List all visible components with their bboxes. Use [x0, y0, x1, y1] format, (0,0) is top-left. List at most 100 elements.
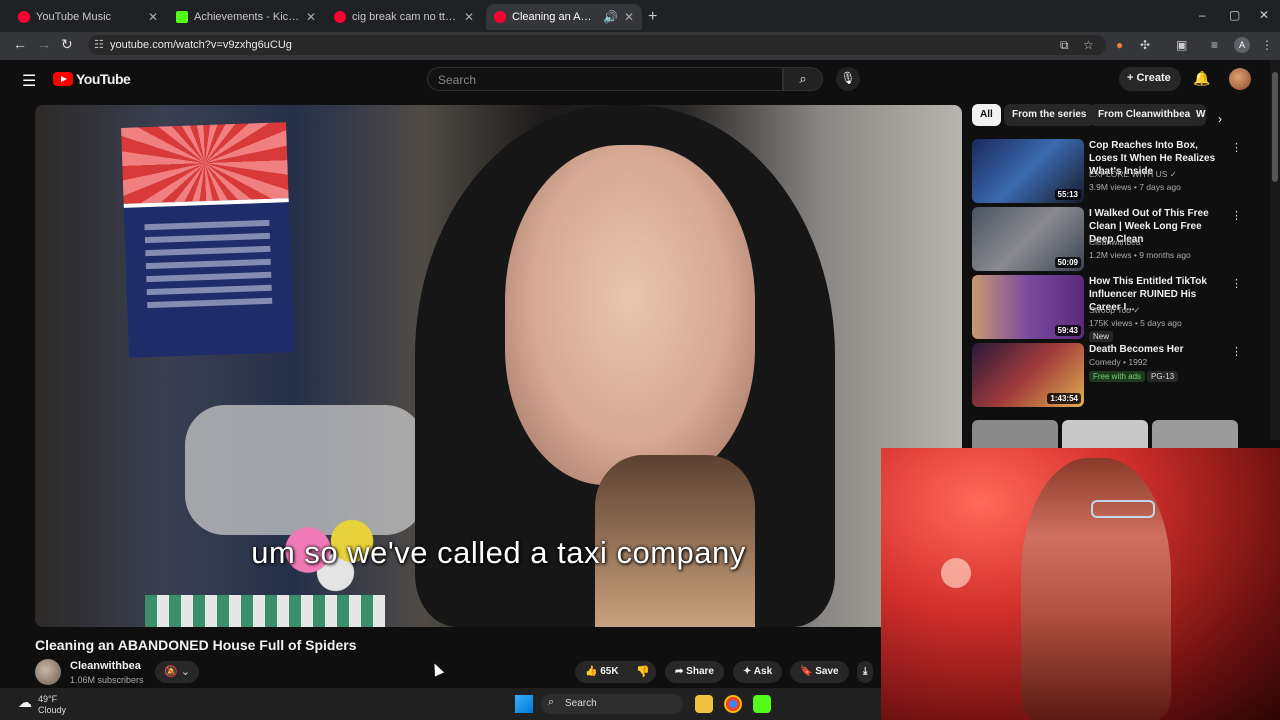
- tab-kick-dashboard[interactable]: Achievements - Kick Dashboard ✕: [168, 4, 324, 30]
- share-button[interactable]: ➦ Share: [665, 661, 724, 683]
- youtube-wordmark: YouTube: [76, 71, 131, 87]
- video-player[interactable]: um so we've called a taxi company: [35, 105, 962, 627]
- youtube-logo[interactable]: YouTube: [53, 71, 131, 87]
- youtube-music-favicon-icon: [18, 11, 30, 23]
- chrome-menu-icon[interactable]: ⋮: [1261, 38, 1273, 52]
- more-options-icon[interactable]: ⋮: [1231, 209, 1242, 222]
- new-badge: New: [1089, 331, 1114, 342]
- download-button[interactable]: ⤓: [857, 661, 874, 683]
- recommendation-meta: 175K views • 5 days ago: [1089, 318, 1182, 328]
- chevron-right-icon[interactable]: ›: [1218, 112, 1222, 126]
- recommendation-item[interactable]: 59:43 How This Entitled TikTok Influence…: [972, 275, 1242, 342]
- dislike-button[interactable]: 👎: [630, 661, 656, 683]
- chip-all[interactable]: All: [972, 104, 1001, 126]
- recommendation-channel[interactable]: Swoop Too ✓: [1089, 305, 1140, 316]
- recommendation-item[interactable]: 1:43:54 Death Becomes Her Comedy • 1992 …: [972, 343, 1242, 407]
- tab-cig-break-cam[interactable]: cig break cam no tts getting Ja ✕: [326, 4, 482, 30]
- kick-favicon-icon: [176, 11, 188, 23]
- chip-partial[interactable]: W: [1192, 104, 1206, 126]
- taskbar-search-label: Search: [565, 698, 597, 709]
- side-panel-icon[interactable]: ▣: [1176, 38, 1187, 52]
- ask-label: Ask: [753, 666, 773, 677]
- movie-thumbnail[interactable]: 1:43:54: [972, 343, 1084, 407]
- tab-cleaning-abandoned[interactable]: Cleaning an ABANDONED H 🔊 ✕: [486, 4, 642, 30]
- search-icon: ⌕: [799, 71, 807, 86]
- scrollbar-thumb[interactable]: [1272, 72, 1278, 182]
- tab-close-icon[interactable]: ✕: [148, 10, 158, 24]
- short-thumbnail[interactable]: [1062, 420, 1148, 450]
- chip-from-cleanwithbea[interactable]: From Cleanwithbea: [1090, 104, 1199, 126]
- weather-condition[interactable]: Cloudy: [38, 705, 66, 715]
- tab-close-icon[interactable]: ✕: [464, 10, 474, 24]
- like-button[interactable]: 👍 65K: [575, 661, 631, 683]
- windows-start-icon[interactable]: [515, 695, 533, 713]
- chip-from-the-series[interactable]: From the series: [1004, 104, 1095, 126]
- video-thumbnail[interactable]: 55:13: [972, 139, 1084, 203]
- video-thumbnail[interactable]: 59:43: [972, 275, 1084, 339]
- file-explorer-icon[interactable]: [695, 695, 713, 713]
- recommendation-title[interactable]: Death Becomes Her: [1089, 343, 1227, 356]
- video-thumbnail[interactable]: 50:09: [972, 207, 1084, 271]
- youtube-play-logo-icon: [53, 72, 73, 86]
- channel-name[interactable]: Cleanwithbea: [70, 660, 141, 672]
- recommendation-item[interactable]: 55:13 Cop Reaches Into Box, Loses It Whe…: [972, 139, 1242, 203]
- more-options-icon[interactable]: ⋮: [1231, 141, 1242, 154]
- address-bar[interactable]: ☷ youtube.com/watch?v=v9zxhg6uCUg: [88, 35, 1106, 55]
- tab-label: Cleaning an ABANDONED H: [512, 11, 597, 23]
- notifications-bell-icon[interactable]: 🔔: [1193, 70, 1210, 87]
- taskbar-search[interactable]: ⌕ Search: [541, 694, 683, 714]
- reload-icon[interactable]: ↻: [61, 36, 73, 53]
- maximize-button[interactable]: ▢: [1229, 8, 1240, 22]
- site-info-icon[interactable]: ☷: [94, 38, 104, 51]
- tab-label: Achievements - Kick Dashboard: [194, 11, 300, 23]
- search-input[interactable]: Search: [427, 67, 783, 91]
- new-tab-button[interactable]: +: [648, 8, 657, 26]
- store-sign-graphic: [121, 122, 294, 358]
- save-button[interactable]: 🔖 Save: [790, 661, 849, 683]
- tab-label: YouTube Music: [36, 11, 112, 23]
- extension-icon[interactable]: ●: [1116, 38, 1123, 52]
- weather-temperature[interactable]: 49°F: [38, 694, 57, 704]
- search-button[interactable]: ⌕: [783, 67, 823, 91]
- recommendation-channel[interactable]: Cleanwithbea: [1089, 237, 1141, 247]
- bookmark-star-icon[interactable]: ☆: [1083, 38, 1094, 52]
- more-options-icon[interactable]: ⋮: [1231, 277, 1242, 290]
- kick-app-icon[interactable]: [753, 695, 771, 713]
- youtube-favicon-icon: [494, 11, 506, 23]
- tab-close-icon[interactable]: ✕: [306, 10, 316, 24]
- subscriber-count: 1.06M subscribers: [70, 675, 144, 685]
- recommendation-genre: Comedy • 1992: [1089, 357, 1148, 367]
- minimize-button[interactable]: –: [1199, 8, 1206, 22]
- recommendation-item[interactable]: 50:09 I Walked Out of This Free Clean | …: [972, 207, 1242, 271]
- short-thumbnail[interactable]: [1152, 420, 1238, 450]
- speaker-icon[interactable]: 🔊: [603, 10, 618, 24]
- voice-search-button[interactable]: 🎙: [836, 67, 860, 91]
- tab-close-icon[interactable]: ✕: [624, 10, 634, 24]
- channel-avatar[interactable]: [35, 659, 61, 685]
- extensions-puzzle-icon[interactable]: ✣: [1140, 38, 1150, 52]
- chevron-down-icon: ⌄: [180, 666, 190, 678]
- short-thumbnail[interactable]: [972, 420, 1058, 450]
- back-arrow-icon[interactable]: ←: [13, 36, 27, 52]
- media-controls-icon[interactable]: ≡: [1211, 38, 1218, 52]
- create-label: Create: [1136, 72, 1171, 84]
- tab-youtube-music[interactable]: YouTube Music ✕: [10, 4, 166, 30]
- free-with-ads-badge: Free with ads: [1089, 371, 1146, 382]
- mouse-cursor-icon: [429, 661, 445, 677]
- cloudy-weather-icon[interactable]: ☁: [18, 694, 32, 711]
- save-label: Save: [815, 666, 839, 677]
- account-avatar[interactable]: [1229, 68, 1251, 90]
- chrome-icon[interactable]: [724, 695, 742, 713]
- install-app-icon[interactable]: ⧉: [1060, 38, 1069, 53]
- ask-button[interactable]: ✦ Ask: [733, 661, 783, 683]
- more-options-icon[interactable]: ⋮: [1231, 345, 1242, 358]
- create-button[interactable]: + Create: [1119, 67, 1181, 91]
- forward-arrow-icon[interactable]: →: [37, 36, 51, 52]
- profile-avatar[interactable]: A: [1234, 37, 1250, 53]
- search-icon: ⌕: [548, 696, 555, 708]
- hamburger-menu-icon[interactable]: ☰: [22, 71, 36, 91]
- recommendation-channel[interactable]: EXPLORE WITH US ✓: [1089, 169, 1177, 180]
- video-title: Cleaning an ABANDONED House Full of Spid…: [35, 637, 357, 653]
- close-window-button[interactable]: ✕: [1259, 8, 1269, 22]
- subscribed-notification-button[interactable]: 🔕 ⌄: [155, 661, 199, 683]
